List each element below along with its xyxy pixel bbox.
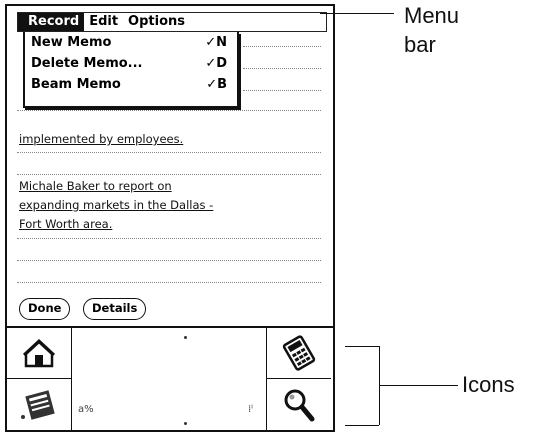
home-button[interactable] <box>7 328 71 379</box>
silkscreen-area: a% ⁞ᴵ <box>7 326 333 430</box>
memo-text-line[interactable]: implemented by employees. <box>19 132 183 146</box>
graffiti-area[interactable]: a% ⁞ᴵ <box>71 328 267 430</box>
menu-item-beam-memo[interactable]: Beam Memo ✓B <box>25 74 237 95</box>
menu-record[interactable]: Record <box>23 13 85 31</box>
palm-device: Record Edit Options New Memo ✓N Delete M… <box>5 4 335 432</box>
done-button[interactable]: Done <box>19 298 71 320</box>
memo-rule <box>17 174 321 175</box>
menu-edit[interactable]: Edit <box>84 13 123 31</box>
abc-indicator-icon: a% <box>78 404 94 415</box>
icons-callout-line <box>380 385 458 386</box>
record-dropdown: New Memo ✓N Delete Memo... ✓D Beam Memo … <box>23 32 239 108</box>
num-indicator-icon: ⁞ᴵ <box>248 404 254 415</box>
graffiti-marker <box>184 336 187 339</box>
menu-item-shortcut: ✓D <box>205 56 227 71</box>
details-button[interactable]: Details <box>83 298 147 320</box>
menu-bar: Record Edit Options <box>17 12 327 32</box>
calculator-button[interactable] <box>267 328 331 379</box>
menu-item-label: New Memo <box>31 35 112 50</box>
memo-rule <box>243 46 321 47</box>
memo-rule <box>17 110 321 111</box>
memo-rule <box>17 152 321 153</box>
memo-text-line[interactable]: Michale Baker to report on <box>19 179 172 193</box>
menu-bar-callout-label: Menu <box>404 3 460 28</box>
home-icon <box>22 338 56 368</box>
calculator-icon <box>282 335 316 371</box>
icons-callout-label: Icons <box>462 372 515 397</box>
menu-item-new-memo[interactable]: New Memo ✓N <box>25 32 237 53</box>
memo-text-line[interactable]: expanding markets in the Dallas - <box>19 198 213 212</box>
memo-screen: Record Edit Options New Memo ✓N Delete M… <box>7 6 333 326</box>
menu-item-label: Delete Memo... <box>31 56 143 71</box>
menu-bar-callout-line <box>320 13 394 14</box>
icons-bracket-top <box>345 346 379 347</box>
find-button[interactable] <box>267 379 331 430</box>
memo-rule <box>17 260 321 261</box>
menu-item-shortcut: ✓B <box>206 77 227 92</box>
memo-text-line[interactable]: Fort Worth area. <box>19 217 112 231</box>
find-icon <box>284 389 315 421</box>
menu-item-delete-memo[interactable]: Delete Memo... ✓D <box>25 53 237 74</box>
memo-rule <box>17 238 321 239</box>
memo-rule <box>17 282 321 283</box>
menu-options[interactable]: Options <box>123 13 190 31</box>
memo-rule <box>243 68 321 69</box>
icons-bracket-bottom <box>345 425 379 426</box>
menu-item-label: Beam Memo <box>31 77 121 92</box>
graffiti-marker <box>184 422 187 425</box>
menu-item-shortcut: ✓N <box>205 35 227 50</box>
menu-icon <box>21 389 55 420</box>
memo-rule <box>243 90 321 91</box>
menu-silk-button[interactable] <box>7 379 71 430</box>
menu-bar-callout-label: bar <box>404 32 436 57</box>
